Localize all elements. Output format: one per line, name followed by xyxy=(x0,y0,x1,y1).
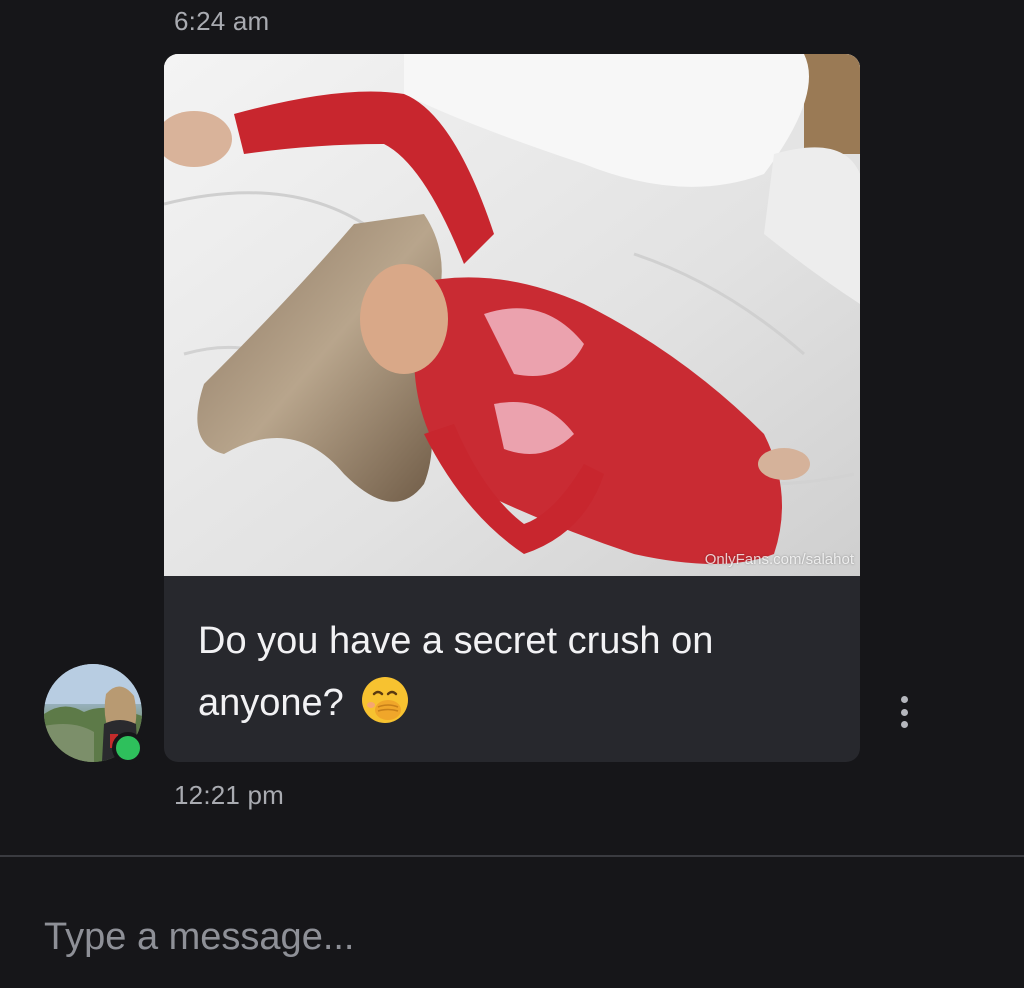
message-photo[interactable]: OnlyFans.com/salahot xyxy=(164,54,860,576)
message-timestamp-top: 6:24 am xyxy=(174,6,270,36)
message-composer xyxy=(0,857,1024,988)
message-bubble[interactable]: OnlyFans.com/salahot Do you have a secre… xyxy=(164,54,860,762)
more-dot-icon xyxy=(900,721,908,728)
more-dot-icon xyxy=(900,708,908,716)
face-with-hand-over-mouth-icon xyxy=(362,677,409,723)
message-timestamp-bottom: 12:21 pm xyxy=(174,780,285,810)
message-text: Do you have a secret crush on anyone? xyxy=(198,610,838,734)
online-status-dot xyxy=(112,732,144,764)
photo-watermark: OnlyFans.com/salahot xyxy=(704,551,854,568)
more-dot-icon xyxy=(900,696,908,703)
chat-screen: 6:24 am OnlyFans.com/salahot Do you have… xyxy=(0,0,1024,988)
more-options-button[interactable] xyxy=(890,692,918,732)
message-input[interactable] xyxy=(44,907,974,967)
photo-illustration xyxy=(164,54,860,576)
message-text-content: Do you have a secret crush on anyone? xyxy=(198,620,714,724)
